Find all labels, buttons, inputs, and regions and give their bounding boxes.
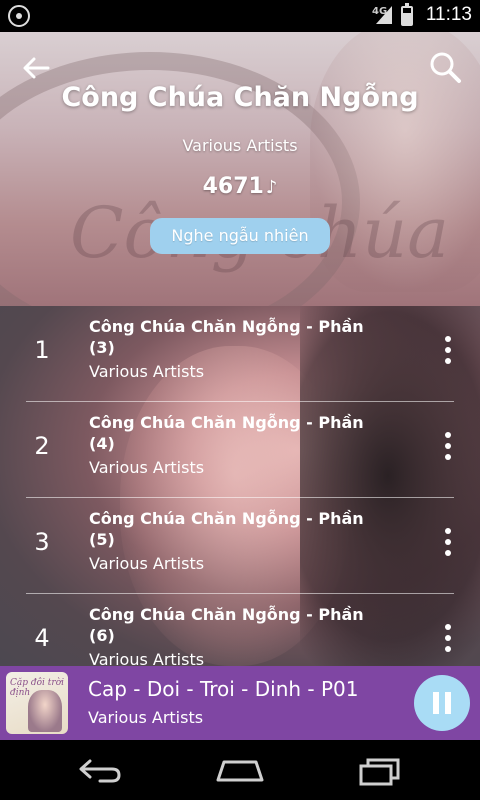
nav-home-icon[interactable]: [216, 758, 264, 784]
track-number: 2: [34, 432, 50, 460]
track-row[interactable]: 4 Công Chúa Chăn Ngỗng - Phần (6) Variou…: [0, 594, 480, 666]
track-list[interactable]: 1 Công Chúa Chăn Ngỗng - Phần (3) Variou…: [0, 306, 480, 666]
now-playing-title: Cap - Doi - Troi - Dinh - P01: [88, 677, 359, 701]
more-vertical-icon[interactable]: [438, 526, 458, 558]
track-row[interactable]: 2 Công Chúa Chăn Ngỗng - Phần (4) Variou…: [0, 402, 480, 498]
track-number: 3: [34, 528, 50, 556]
status-bar: 4G 11:13: [0, 0, 480, 32]
album-header: Công chúa Công Chúa Chăn Ngỗng Various A…: [0, 32, 480, 306]
now-playing-bar[interactable]: Cặp đôi trời định Cap - Doi - Troi - Din…: [0, 666, 480, 740]
system-nav-bar: [0, 740, 480, 800]
track-artist: Various Artists: [89, 650, 205, 666]
pause-icon: [445, 692, 451, 714]
track-title: Công Chúa Chăn Ngỗng - Phần (5): [89, 509, 364, 549]
nav-back-icon[interactable]: [78, 758, 122, 784]
play-count: 4671 ♪: [0, 174, 480, 199]
now-playing-artist: Various Artists: [88, 708, 204, 727]
more-vertical-icon[interactable]: [438, 430, 458, 462]
more-vertical-icon[interactable]: [438, 334, 458, 366]
battery-icon: [401, 3, 413, 26]
play-count-value: 4671: [202, 174, 264, 199]
track-artist: Various Artists: [89, 554, 205, 573]
album-title: Công Chúa Chăn Ngỗng: [61, 82, 419, 113]
shuffle-play-button[interactable]: Nghe ngẫu nhiên: [150, 218, 330, 254]
album-art-figure: [28, 690, 62, 732]
more-vertical-icon[interactable]: [438, 622, 458, 654]
search-icon[interactable]: [428, 50, 462, 84]
track-title: Công Chúa Chăn Ngỗng - Phần (6): [89, 605, 364, 645]
status-clock: 11:13: [425, 4, 472, 25]
track-artist: Various Artists: [89, 458, 205, 477]
track-row[interactable]: 3 Công Chúa Chăn Ngỗng - Phần (5) Variou…: [0, 498, 480, 594]
track-number: 1: [34, 336, 50, 364]
nav-recents-icon[interactable]: [358, 758, 402, 786]
track-row[interactable]: 1 Công Chúa Chăn Ngỗng - Phần (3) Variou…: [0, 306, 480, 402]
track-title: Công Chúa Chăn Ngỗng - Phần (4): [89, 413, 364, 453]
pause-button[interactable]: [414, 675, 470, 731]
album-artist: Various Artists: [182, 136, 298, 155]
signal-icon: [376, 6, 392, 24]
music-note-icon: ♪: [265, 177, 278, 198]
track-title: Công Chúa Chăn Ngỗng - Phần (3): [89, 317, 364, 357]
arrow-left-icon[interactable]: [22, 56, 50, 80]
music-app-notification-icon: [8, 5, 30, 27]
track-number: 4: [34, 624, 50, 652]
now-playing-album-art[interactable]: Cặp đôi trời định: [6, 672, 68, 734]
pause-icon: [433, 692, 439, 714]
track-artist: Various Artists: [89, 362, 205, 381]
